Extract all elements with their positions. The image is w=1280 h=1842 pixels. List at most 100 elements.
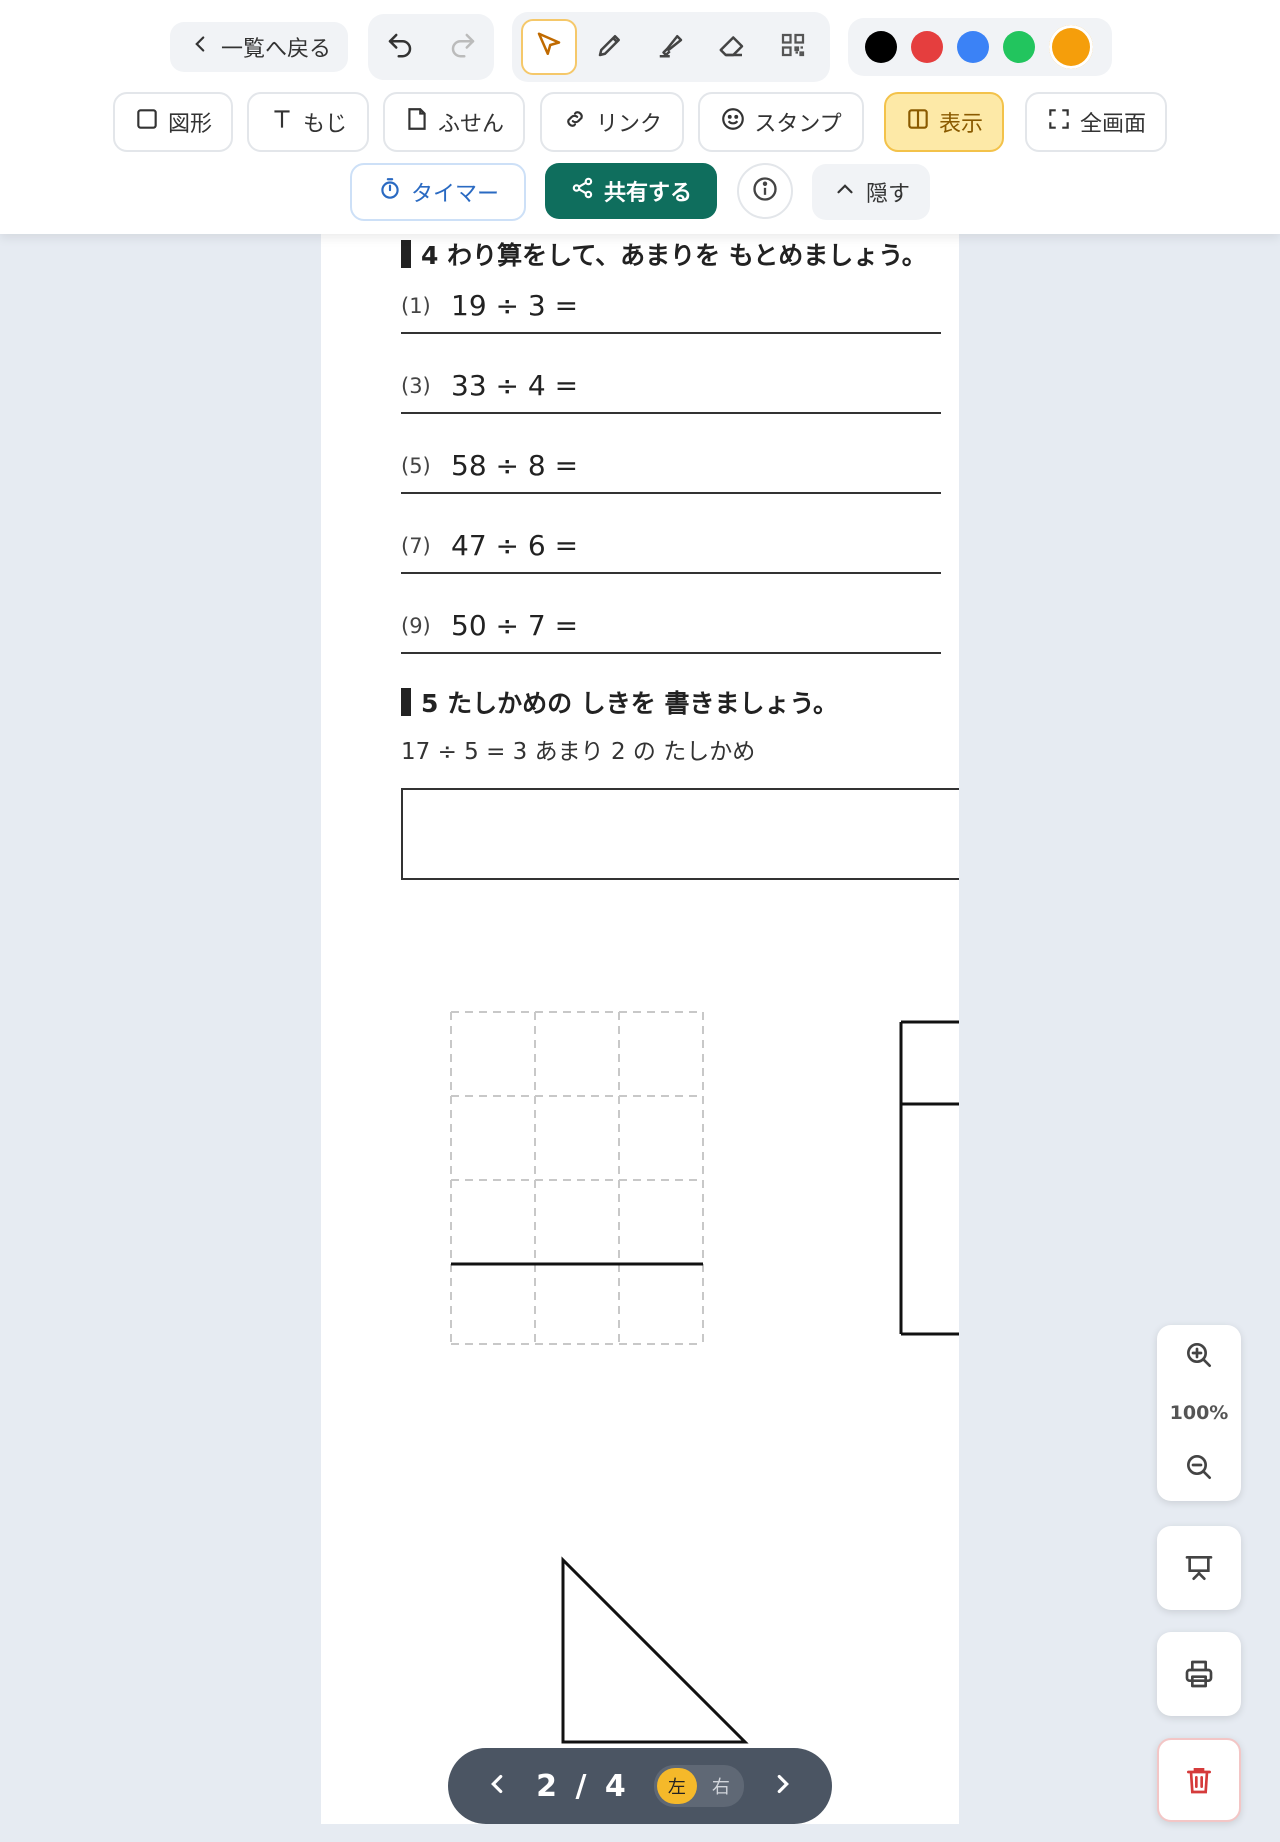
- chevron-left-icon: [187, 31, 213, 63]
- stamp-button[interactable]: スタンプ: [698, 92, 864, 152]
- answer-box[interactable]: [401, 788, 959, 880]
- redo-icon: [448, 30, 478, 64]
- pen-icon: [595, 30, 625, 64]
- right-triangle: [561, 1556, 749, 1744]
- color-swatch-orange[interactable]: [1049, 25, 1093, 69]
- share-icon: [570, 175, 596, 207]
- problem-expression: 33 ÷ 4 =: [451, 369, 579, 402]
- prev-page-button[interactable]: [482, 1769, 512, 1803]
- highlighter-icon: [656, 30, 686, 64]
- eraser-tool-button[interactable]: [704, 19, 760, 75]
- problem-row: (1) 19 ÷ 3 =: [401, 254, 941, 334]
- info-icon: [751, 175, 779, 207]
- text-button[interactable]: もじ: [247, 92, 369, 152]
- fullscreen-icon: [1046, 106, 1072, 138]
- left-side-button[interactable]: 左: [656, 1768, 697, 1804]
- chevron-left-icon: [491, 1774, 503, 1794]
- trash-icon: [1187, 1768, 1211, 1794]
- select-cursor-icon: [534, 30, 564, 64]
- problem-expression: 58 ÷ 8 =: [451, 449, 579, 482]
- problem-expression: 50 ÷ 7 =: [451, 609, 579, 642]
- text-t-icon: [269, 106, 295, 138]
- share-button[interactable]: 共有する: [545, 163, 717, 219]
- drawing-tools-group: [512, 12, 830, 82]
- hide-label: 隠す: [865, 182, 910, 207]
- hide-toolbar-button[interactable]: 隠す: [812, 164, 930, 220]
- problem-expression: 47 ÷ 6 =: [451, 529, 579, 562]
- printer-icon: [1185, 1660, 1213, 1688]
- link-button[interactable]: リンク: [540, 92, 684, 152]
- eraser-icon: [717, 30, 747, 64]
- zoom-out-icon: [1187, 1455, 1211, 1479]
- problem-row: (9) 50 ÷ 7 =: [401, 574, 941, 654]
- section-5-example: 17 ÷ 5 = 3 あまり 2 の たしかめ: [401, 739, 756, 765]
- current-page: 2: [536, 1768, 562, 1804]
- page-navigator: 2 / 4 左 右: [448, 1748, 832, 1824]
- toolbar: 一覧へ戻る 図形 もじ ふせん リンク スタンプ 表示 全画面 タイマー 共有す…: [0, 0, 1280, 234]
- print-button[interactable]: [1157, 1632, 1241, 1716]
- history-group: [368, 14, 494, 80]
- side-toggle: 左 右: [653, 1765, 744, 1807]
- total-pages: 4: [604, 1768, 630, 1804]
- problem-number: (7): [401, 534, 431, 558]
- select-tool-button[interactable]: [520, 19, 577, 75]
- smiley-icon: [720, 106, 746, 138]
- division-grid: [450, 1011, 704, 1345]
- sticky-label: ふせん: [437, 112, 504, 137]
- qr-code-button[interactable]: [765, 19, 821, 75]
- chevron-up-icon: [832, 176, 858, 208]
- undo-icon: [385, 30, 415, 64]
- link-icon: [562, 106, 588, 138]
- timer-button[interactable]: タイマー: [350, 163, 526, 221]
- zoom-out-button[interactable]: [1183, 1451, 1215, 1487]
- zoom-in-button[interactable]: [1183, 1339, 1215, 1375]
- pen-tool-button[interactable]: [582, 19, 638, 75]
- color-swatch-green[interactable]: [1003, 31, 1035, 63]
- shape-button[interactable]: 図形: [113, 92, 233, 152]
- view-toggle-button[interactable]: 表示: [884, 92, 1004, 152]
- sticky-note-icon: [404, 106, 430, 138]
- zoom-in-icon: [1187, 1343, 1211, 1367]
- columns-icon: [905, 106, 931, 138]
- delete-button[interactable]: [1157, 1738, 1241, 1822]
- heading-bar: [401, 688, 411, 716]
- fullscreen-label: 全画面: [1079, 112, 1146, 137]
- problem-expression: 19 ÷ 3 =: [451, 289, 579, 322]
- back-to-list-button[interactable]: 一覧へ戻る: [170, 22, 348, 72]
- partial-table: [899, 1020, 959, 1336]
- back-label: 一覧へ戻る: [220, 37, 331, 62]
- fullscreen-button[interactable]: 全画面: [1025, 92, 1167, 152]
- chevron-right-icon: [777, 1774, 789, 1794]
- problem-row: (3) 33 ÷ 4 =: [401, 334, 941, 414]
- problem-number: (1): [401, 294, 431, 318]
- problem-row: (5) 58 ÷ 8 =: [401, 414, 941, 494]
- view-label: 表示: [938, 112, 983, 137]
- shape-label: 図形: [167, 112, 212, 137]
- timer-label: タイマー: [410, 182, 499, 207]
- undo-button[interactable]: [372, 19, 428, 75]
- info-button[interactable]: [737, 163, 793, 219]
- right-side-button[interactable]: 右: [701, 1768, 741, 1804]
- share-label: 共有する: [603, 181, 692, 206]
- color-swatch-red[interactable]: [911, 31, 943, 63]
- section-5-title: 5 たしかめの しきを 書きましょう。: [421, 689, 839, 718]
- page-indicator: 2 / 4: [536, 1768, 630, 1804]
- stamp-label: スタンプ: [754, 112, 842, 137]
- problem-number: (3): [401, 374, 431, 398]
- color-swatch-blue[interactable]: [957, 31, 989, 63]
- color-palette: [848, 18, 1112, 76]
- worksheet-page[interactable]: 4 わり算をして、あまりを もとめましょう。 (1) 19 ÷ 3 = (3) …: [321, 234, 959, 1824]
- color-swatch-black[interactable]: [865, 31, 897, 63]
- zoom-level: 100%: [1169, 1402, 1229, 1424]
- sticky-note-button[interactable]: ふせん: [383, 92, 525, 152]
- square-icon: [134, 106, 160, 138]
- stopwatch-icon: [377, 176, 403, 208]
- text-label: もじ: [302, 112, 347, 137]
- zoom-panel: 100%: [1157, 1325, 1241, 1501]
- qr-code-icon: [778, 30, 808, 64]
- presentation-button[interactable]: [1157, 1526, 1241, 1610]
- problem-number: (5): [401, 454, 431, 478]
- next-page-button[interactable]: [768, 1769, 798, 1803]
- redo-button[interactable]: [435, 19, 491, 75]
- highlighter-tool-button[interactable]: [643, 19, 699, 75]
